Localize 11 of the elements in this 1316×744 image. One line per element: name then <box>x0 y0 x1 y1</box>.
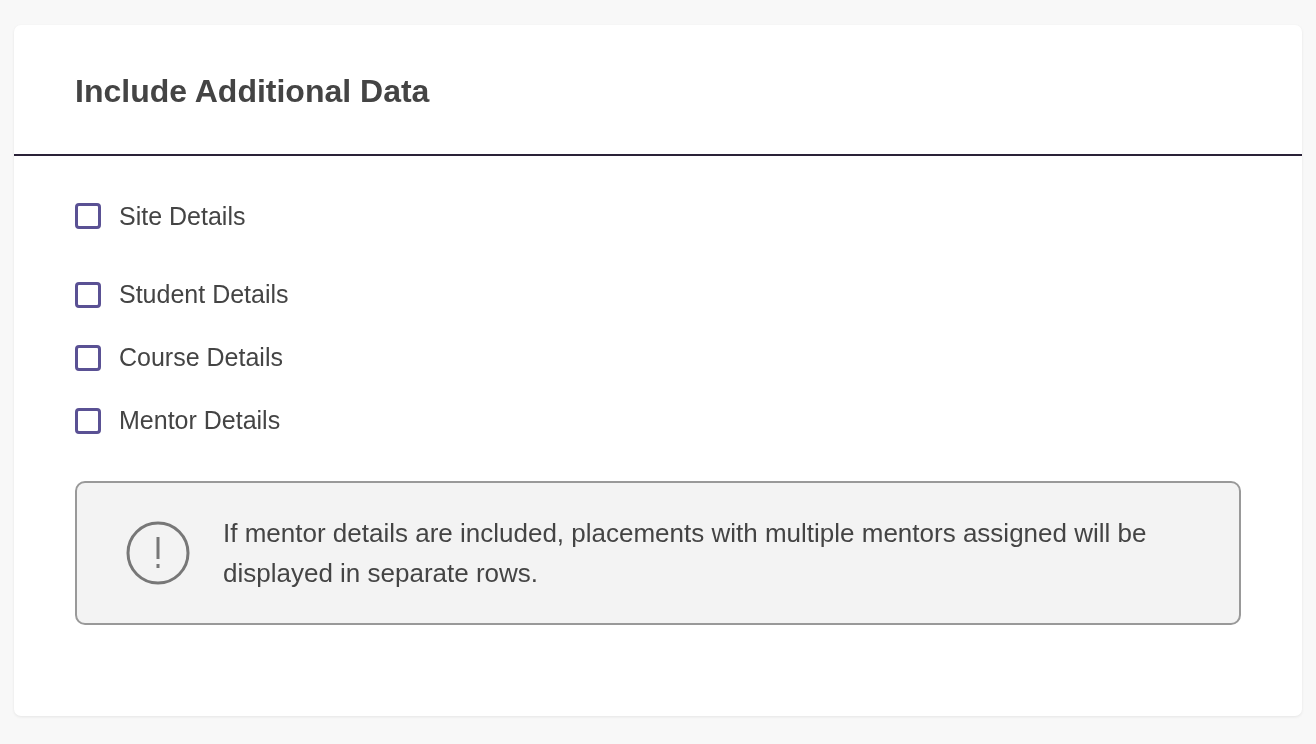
checkbox-label: Site Details <box>119 201 246 231</box>
card-title: Include Additional Data <box>75 73 430 110</box>
checkbox[interactable] <box>75 281 101 308</box>
checkbox-label: Student Details <box>119 280 289 309</box>
notice-text: If mentor details are included, placements with multiple mentors assigned will be displayed in separate rows. <box>223 517 1148 590</box>
checkbox[interactable] <box>75 344 101 371</box>
checkbox-label: Course Details <box>119 343 283 372</box>
checkbox-label: Mentor Details <box>119 406 281 435</box>
checkbox[interactable] <box>75 407 101 434</box>
exclamation-icon <box>125 520 191 586</box>
checkbox[interactable] <box>75 203 101 229</box>
